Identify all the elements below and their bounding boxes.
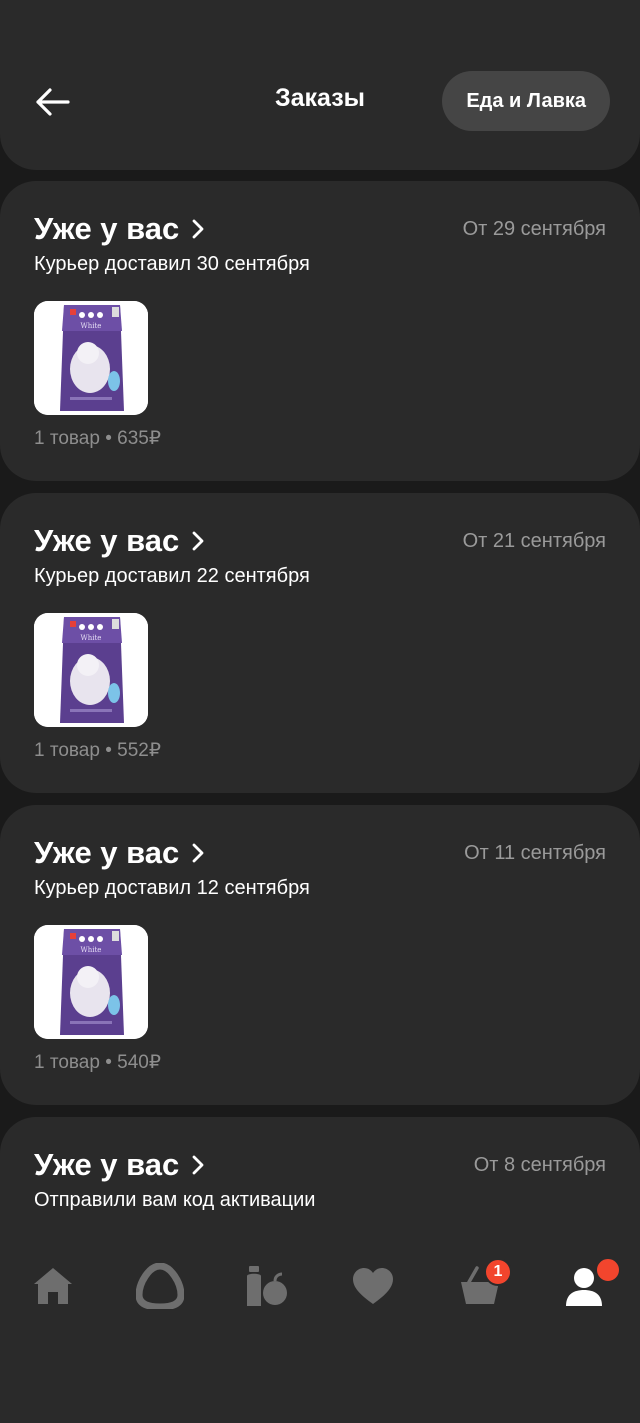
cat-litter-package-image: White (34, 925, 148, 1039)
order-status-label: Уже у вас (34, 1147, 180, 1182)
order-status-link[interactable]: Уже у вас (34, 1147, 205, 1183)
svg-text:White: White (81, 634, 102, 642)
order-card[interactable]: Уже у вас От 21 сентября Курьер доставил… (0, 493, 640, 793)
heart-icon (353, 1268, 393, 1304)
catalog-icon (247, 1266, 287, 1306)
svg-text:White: White (81, 946, 102, 954)
cart-count-badge: 1 (484, 1258, 512, 1286)
order-status-link[interactable]: Уже у вас (34, 211, 205, 247)
order-summary: 1 товар • 635₽ (34, 428, 161, 449)
order-card[interactable]: Уже у вас От 11 сентября Курьер доставил… (0, 805, 640, 1105)
svg-text:White: White (81, 322, 102, 330)
order-date: От 8 сентября (473, 1154, 606, 1176)
product-thumbnail[interactable]: White (34, 925, 148, 1039)
cat-litter-package-image: White (34, 301, 148, 415)
order-delivery-status: Курьер доставил 22 сентября (34, 565, 310, 587)
order-status-label: Уже у вас (34, 835, 180, 870)
order-summary: 1 товар • 540₽ (34, 1052, 161, 1073)
order-delivery-status: Отправили вам код активации (34, 1189, 316, 1211)
cat-litter-package-image: White (34, 613, 148, 727)
order-summary: 1 товар • 552₽ (34, 740, 161, 761)
chevron-right-icon (191, 842, 205, 864)
order-status-label: Уже у вас (34, 211, 180, 246)
nav-favorites[interactable] (333, 1256, 413, 1316)
order-date: От 29 сентября (462, 218, 606, 240)
nav-alice[interactable] (120, 1256, 200, 1316)
order-date: От 21 сентября (462, 530, 606, 552)
nav-profile[interactable] (546, 1256, 626, 1316)
order-date: От 11 сентября (464, 842, 606, 864)
notification-dot (594, 1256, 622, 1284)
order-status-label: Уже у вас (34, 523, 180, 558)
order-delivery-status: Курьер доставил 12 сентября (34, 877, 310, 899)
order-card[interactable]: Уже у вас От 29 сентября Курьер доставил… (0, 181, 640, 481)
service-switch-button[interactable]: Еда и Лавка (442, 71, 610, 131)
chevron-right-icon (191, 530, 205, 552)
nav-cart[interactable]: 1 (440, 1256, 520, 1316)
alice-icon (136, 1263, 184, 1309)
chevron-right-icon (191, 218, 205, 240)
order-status-link[interactable]: Уже у вас (34, 835, 205, 871)
bottom-navigation: 1 (0, 1240, 640, 1423)
order-delivery-status: Курьер доставил 30 сентября (34, 253, 310, 275)
product-thumbnail[interactable]: White (34, 301, 148, 415)
order-status-link[interactable]: Уже у вас (34, 523, 205, 559)
product-thumbnail[interactable]: White (34, 613, 148, 727)
nav-home[interactable] (13, 1256, 93, 1316)
chevron-right-icon (191, 1154, 205, 1176)
top-bar: Заказы Еда и Лавка (0, 0, 640, 170)
home-icon (34, 1268, 72, 1304)
orders-screen: Заказы Еда и Лавка Уже у вас От 29 сентя… (0, 0, 640, 1423)
nav-catalog[interactable] (227, 1256, 307, 1316)
